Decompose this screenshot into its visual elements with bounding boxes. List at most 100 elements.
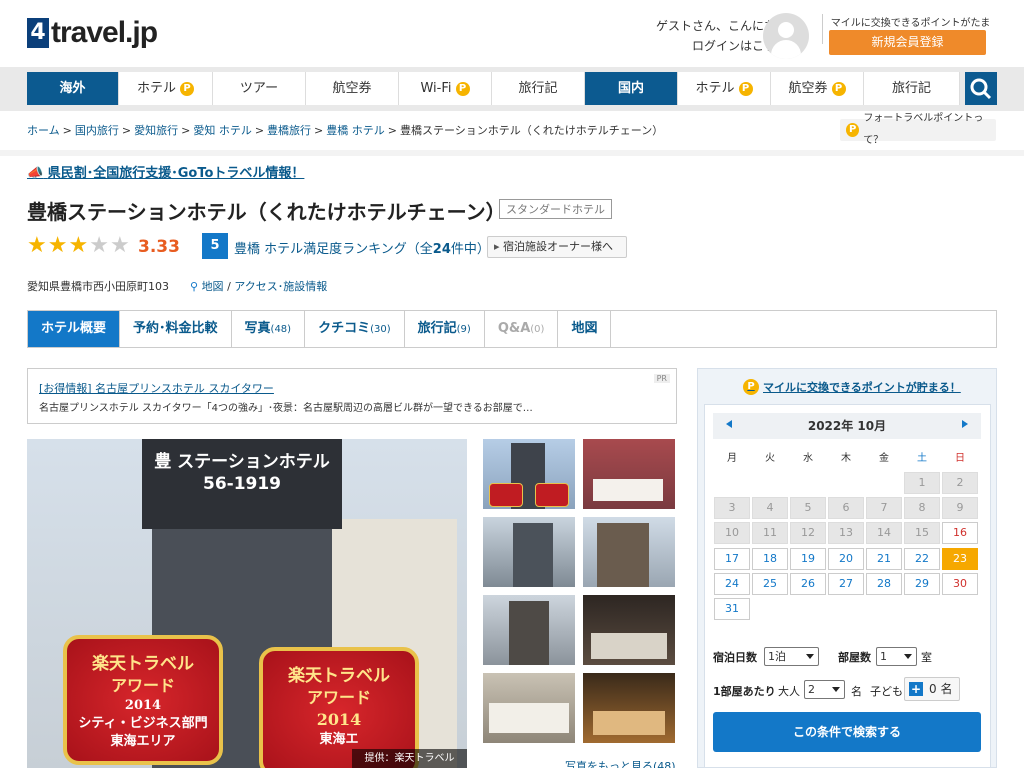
thumbnail-4[interactable] (583, 517, 675, 587)
mile-link[interactable]: P マイルに交換できるポイントが貯まる！ (743, 379, 961, 395)
owner-button-label: 宿泊施設オーナー様へ (503, 240, 614, 253)
tab-5[interactable]: Q&A(0) (485, 311, 559, 347)
hotel-address: 愛知県豊橋市西小田原町103 (27, 280, 169, 293)
calendar-day[interactable]: 28 (866, 572, 902, 595)
calendar-day[interactable]: 23 (942, 547, 978, 570)
nav-item-5[interactable]: 旅行記 (492, 72, 585, 105)
adults-select[interactable]: 2 (804, 680, 845, 699)
tab-4[interactable]: 旅行記(9) (405, 311, 485, 347)
calendar-day[interactable]: 22 (904, 547, 940, 570)
thumbnail-1[interactable] (483, 439, 575, 509)
map-link[interactable]: 地図 (202, 280, 224, 293)
nav-item-0[interactable]: 海外 (27, 72, 119, 105)
calendar-day[interactable]: 29 (904, 572, 940, 595)
rating-score: 3.33 (138, 237, 180, 257)
pr-title[interactable]: [お得情報] 名古屋プリンスホテル スカイタワー (39, 380, 274, 396)
thumbnail-3[interactable] (483, 517, 575, 587)
logo-mark: 4 (27, 18, 49, 48)
tab-0[interactable]: ホテル概要 (28, 311, 121, 347)
calendar-day: 13 (828, 522, 864, 545)
more-photos-link[interactable]: 写真をもっと見る(48) (565, 758, 676, 768)
nav-item-9[interactable]: 旅行記 (864, 72, 960, 105)
breadcrumb-link[interactable]: 愛知 ホテル (193, 124, 252, 137)
calendar-day[interactable]: 17 (714, 547, 750, 570)
nav-item-8[interactable]: 航空券 P (771, 72, 864, 105)
nav-item-label: Wi-Fi (420, 81, 452, 96)
children-button[interactable]: + 0 名 (904, 677, 960, 701)
breadcrumb-link[interactable]: 国内旅行 (75, 124, 119, 137)
calendar-day[interactable]: 19 (790, 547, 826, 570)
thumbnail-5[interactable] (483, 595, 575, 665)
mile-link-label: マイルに交換できるポイントが貯まる！ (763, 381, 961, 394)
rooms-select[interactable]: 1 (876, 647, 917, 666)
weekday-label: 水 (803, 453, 813, 464)
award-badge-left: 楽天トラベル アワード 2014 シティ・ビジネス部門 東海エリア (63, 635, 223, 765)
calendar-day[interactable]: 26 (790, 572, 826, 595)
search-button[interactable] (965, 72, 997, 105)
tab-6[interactable]: 地図 (558, 311, 612, 347)
calendar-day[interactable]: 21 (866, 547, 902, 570)
breadcrumb-link[interactable]: 愛知旅行 (134, 124, 178, 137)
calendar-day[interactable]: 18 (752, 547, 788, 570)
calendar-day[interactable]: 16 (942, 522, 978, 545)
owner-button[interactable]: ▸ 宿泊施設オーナー様へ (487, 236, 627, 258)
calendar-day[interactable]: 20 (828, 547, 864, 570)
nights-select[interactable]: 1泊 (764, 647, 819, 666)
calendar-day[interactable]: 24 (714, 572, 750, 595)
sign-line1: 豊 ステーションホテル (154, 452, 330, 472)
calendar-day[interactable]: 27 (828, 572, 864, 595)
pr-box[interactable]: [お得情報] 名古屋プリンスホテル スカイタワー 名古屋プリンスホテル スカイタ… (27, 368, 677, 424)
nav-item-1[interactable]: ホテル P (119, 72, 213, 105)
main-photo[interactable]: 豊 ステーションホテル 56-1919 楽天トラベル アワード 2014 シティ… (27, 439, 467, 768)
nav-item-label: 国内 (617, 81, 644, 96)
nav-item-label: ツアー (239, 81, 279, 96)
point-icon: P (180, 81, 194, 96)
pr-tag: PR (653, 374, 670, 383)
plus-icon: + (909, 682, 923, 696)
nav-item-3[interactable]: 航空券 (306, 72, 399, 105)
tab-label: ホテル概要 (41, 321, 107, 336)
weekday-label: 木 (841, 453, 851, 464)
user-avatar-icon[interactable] (763, 13, 809, 59)
thumbnail-8[interactable] (583, 673, 675, 743)
award-right-l1: 楽天トラベル (288, 666, 390, 686)
breadcrumb-separator: > (62, 124, 72, 137)
tab-1[interactable]: 予約･料金比較 (120, 311, 232, 347)
point-question-button[interactable]: P フォートラベルポイントって？ (840, 113, 996, 146)
children-value: 0 名 (929, 682, 953, 696)
register-button[interactable]: 新規会員登録 (829, 30, 986, 55)
tab-label: 旅行記 (417, 321, 457, 336)
search-conditions-button[interactable]: この条件で検索する (713, 712, 981, 752)
breadcrumb-link[interactable]: ホーム (27, 124, 60, 137)
thumbnail-2[interactable] (583, 439, 675, 509)
ranking-link[interactable]: 豊橋 ホテル満足度ランキング（全24件中） (234, 238, 490, 257)
calendar-day: 2 (942, 472, 978, 494)
prev-month-icon[interactable] (722, 420, 732, 428)
access-link[interactable]: アクセス･施設情報 (234, 280, 327, 293)
breadcrumb-link[interactable]: 豊橋 ホテル (326, 124, 385, 137)
weekday-label: 土 (917, 453, 927, 464)
nav-item-2[interactable]: ツアー (213, 72, 306, 105)
calendar-day[interactable]: 30 (942, 572, 978, 595)
nav-item-4[interactable]: Wi-Fi P (399, 72, 492, 105)
next-month-icon[interactable] (962, 420, 972, 428)
nav-item-7[interactable]: ホテル P (678, 72, 771, 105)
point-icon: P (738, 81, 753, 96)
tab-label: クチコミ (318, 321, 371, 336)
calendar-day[interactable]: 31 (714, 598, 750, 620)
tab-3[interactable]: クチコミ(30) (305, 311, 405, 347)
calendar-day[interactable]: 25 (752, 572, 788, 595)
award-left-l3: 2014 (124, 698, 162, 713)
campaign-link[interactable]: 📣 県民割･全国旅行支援･GoToトラベル情報！ (27, 162, 304, 181)
thumbnail-6[interactable] (583, 595, 675, 665)
main-nav: 海外 ホテル P ツアー 航空券 Wi-Fi P 旅行記 国内 ホテル P 航空券 P 旅行記 (27, 72, 960, 105)
breadcrumb-link[interactable]: 豊橋旅行 (267, 124, 311, 137)
nav-item-6[interactable]: 国内 (585, 72, 678, 105)
star-icon: ★ (47, 233, 68, 258)
site-logo[interactable]: 4 travel.jp (27, 14, 177, 58)
tab-2[interactable]: 写真(48) (232, 311, 306, 347)
calendar-month: 2022年 10月 (713, 413, 981, 439)
per-room-label: 1部屋あたり (713, 685, 776, 698)
calendar-day: 9 (942, 497, 978, 520)
thumbnail-7[interactable] (483, 673, 575, 743)
